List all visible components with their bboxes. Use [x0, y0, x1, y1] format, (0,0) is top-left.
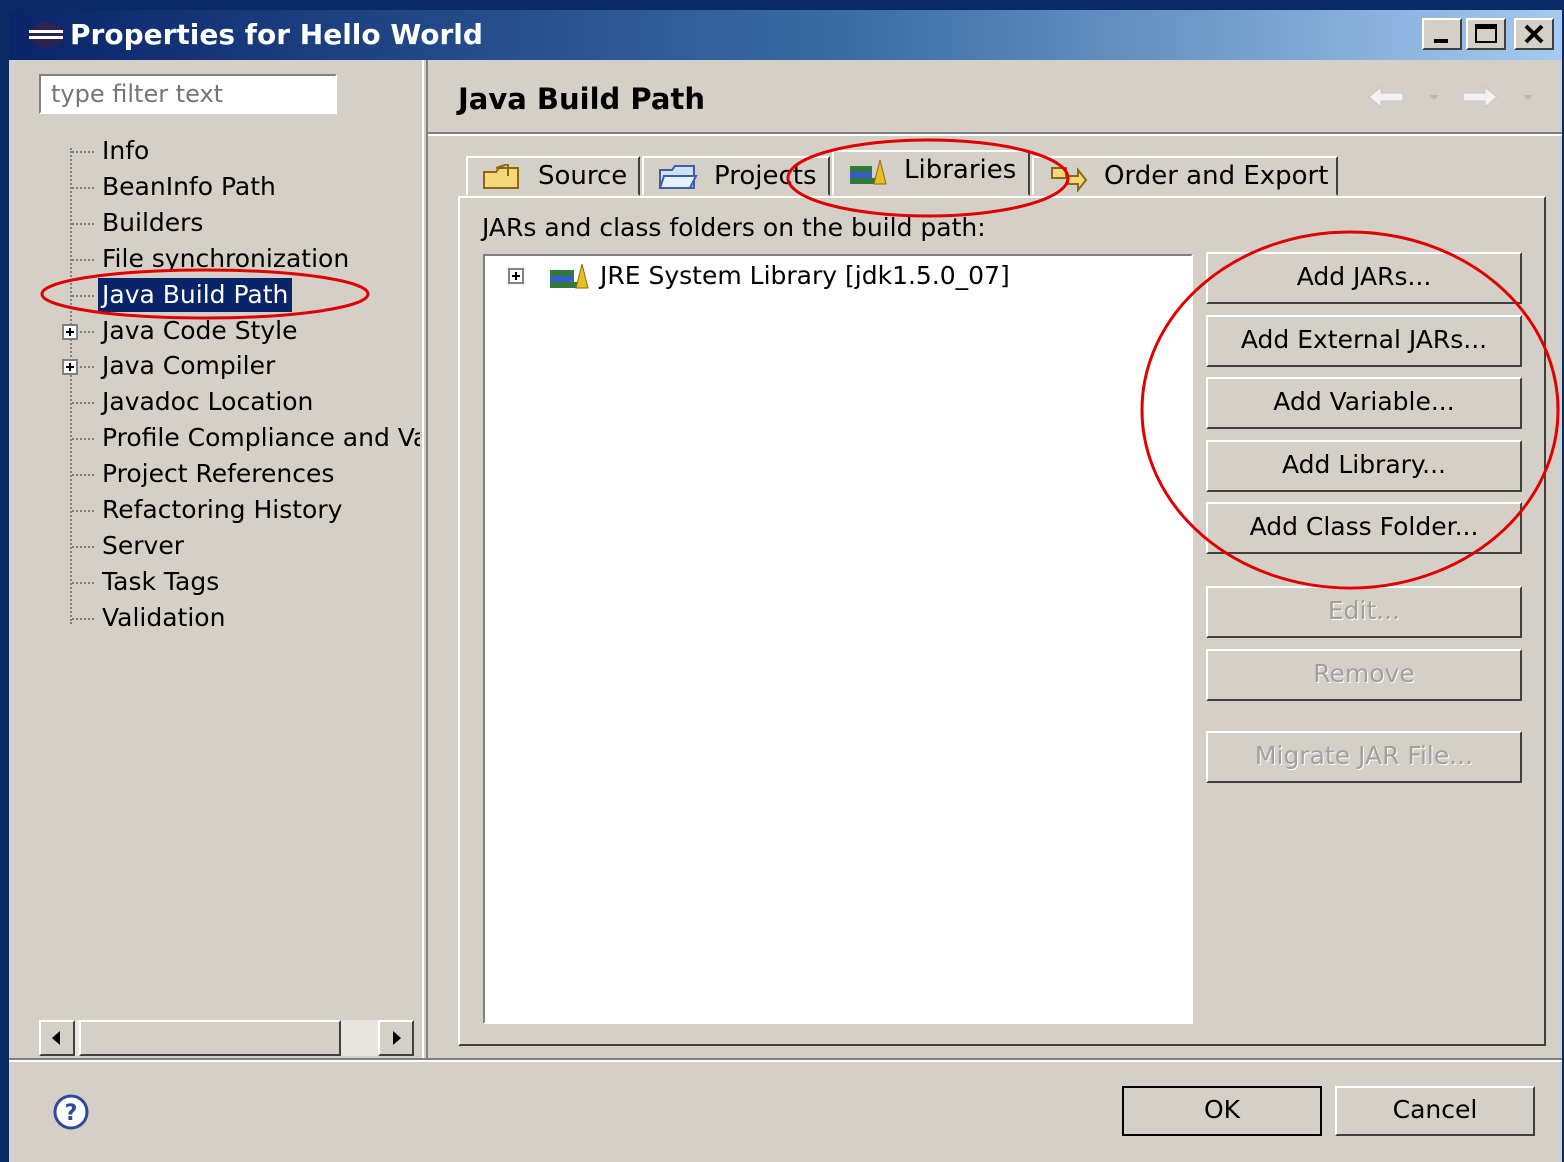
tab-projects[interactable]: Projects [642, 156, 830, 196]
tree-connector [72, 402, 94, 404]
build-path-label: JARs and class folders on the build path… [482, 213, 986, 242]
scrollbar-thumb[interactable] [79, 1020, 341, 1056]
tree-item-label: Java Compiler [102, 351, 276, 380]
eclipse-icon [29, 22, 63, 48]
tree-horizontal-scrollbar[interactable] [39, 1020, 414, 1056]
library-item-jre[interactable]: JRE System Library [jdk1.5.0_07] [600, 259, 1010, 293]
page-title: Java Build Path [458, 82, 705, 116]
maximize-icon [1475, 24, 1497, 43]
forward-dropdown-icon[interactable] [1523, 95, 1533, 100]
scroll-right-button[interactable] [378, 1020, 414, 1056]
tree-item-beaninfo-path[interactable]: BeanInfo Path [20, 170, 420, 206]
tab-label: Source [538, 161, 628, 191]
tree-item-refactoring-history[interactable]: Refactoring History [20, 493, 420, 529]
tree-connector [72, 582, 94, 584]
forward-arrow-icon[interactable] [1462, 85, 1498, 109]
footer-separator [9, 1058, 1562, 1062]
tree-item-file-synchronization[interactable]: File synchronization [20, 242, 420, 278]
tree-connector [72, 546, 94, 548]
tree-item-java-build-path[interactable]: Java Build Path [20, 278, 420, 314]
tree-connector [72, 474, 94, 476]
add-variable-button[interactable]: Add Variable... [1206, 377, 1522, 429]
arrow-left-icon [52, 1031, 60, 1045]
tree-item-info[interactable]: Info [20, 134, 420, 170]
tree-item-javadoc-location[interactable]: Javadoc Location [20, 385, 420, 421]
projects-folder-icon [658, 165, 698, 189]
tree-item-label: Refactoring History [102, 495, 343, 524]
minimize-icon [1434, 39, 1448, 43]
window-title: Properties for Hello World [70, 18, 483, 51]
tree-item-label: Profile Compliance and Va [102, 423, 420, 452]
tree-item-label: Info [102, 136, 150, 165]
tree-item-server[interactable]: Server [20, 529, 420, 565]
history-navigation [1368, 85, 1533, 109]
ok-button[interactable]: OK [1122, 1086, 1322, 1136]
tab-order-and-export[interactable]: Order and Export [1032, 156, 1338, 196]
tree-connector [72, 438, 94, 440]
tree-item-task-tags[interactable]: Task Tags [20, 565, 420, 601]
library-list[interactable] [483, 254, 1193, 1024]
tree-item-label: Java Code Style [102, 316, 298, 345]
back-arrow-icon[interactable] [1368, 85, 1404, 109]
tab-libraries[interactable]: Libraries [832, 150, 1030, 196]
tree-item-profile-compliance-and-va[interactable]: Profile Compliance and Va [20, 421, 420, 457]
tree-connector [72, 259, 94, 261]
tree-item-label: Javadoc Location [102, 387, 314, 416]
tab-source[interactable]: Source [466, 156, 640, 196]
pane-splitter[interactable] [422, 60, 428, 1058]
libraries-icon [850, 159, 887, 185]
tree-connector [72, 618, 94, 620]
close-icon [1524, 24, 1544, 44]
tree-item-java-compiler[interactable]: Java Compiler [20, 349, 420, 385]
tree-item-project-references[interactable]: Project References [20, 457, 420, 493]
tab-label: Order and Export [1104, 161, 1329, 191]
tree-item-java-code-style[interactable]: Java Code Style [20, 314, 420, 350]
header-separator [428, 132, 1562, 136]
back-dropdown-icon[interactable] [1429, 95, 1439, 100]
tree-item-label: BeanInfo Path [102, 172, 276, 201]
tree-connector [72, 295, 94, 297]
edit-button[interactable]: Edit... [1206, 586, 1522, 638]
remove-button[interactable]: Remove [1206, 649, 1522, 701]
migrate-jar-file-button[interactable]: Migrate JAR File... [1206, 731, 1522, 783]
scroll-left-button[interactable] [39, 1020, 75, 1056]
library-expand-toggle[interactable] [508, 268, 528, 288]
property-tree: Info BeanInfo Path Builders File synchroniz… [20, 128, 420, 1018]
tree-item-validation[interactable]: Validation [20, 601, 420, 637]
tree-item-label: Task Tags [102, 567, 220, 596]
add-class-folder-button[interactable]: Add Class Folder... [1206, 502, 1522, 554]
tree-connector [72, 510, 94, 512]
tree-item-label: Validation [102, 603, 226, 632]
tree-item-builders[interactable]: Builders [20, 206, 420, 242]
library-icon [550, 263, 589, 289]
tree-connector [72, 151, 94, 153]
order-export-icon [1051, 167, 1088, 192]
add-jars-button[interactable]: Add JARs... [1206, 252, 1522, 304]
tree-item-label: Java Build Path [98, 278, 293, 312]
tab-label: Projects [714, 161, 817, 191]
expand-plus-icon [508, 268, 524, 284]
minimize-button[interactable] [1422, 18, 1462, 50]
add-external-jars-button[interactable]: Add External JARs... [1206, 315, 1522, 367]
tree-item-label: Project References [102, 459, 335, 488]
tree-connector [72, 223, 94, 225]
close-button[interactable] [1514, 18, 1554, 50]
add-library-button[interactable]: Add Library... [1206, 440, 1522, 492]
expand-plus-icon[interactable] [62, 324, 78, 340]
tree-item-label: Builders [102, 208, 204, 237]
tree-connector [72, 187, 94, 189]
tree-item-label: File synchronization [102, 244, 350, 273]
tab-label: Libraries [904, 155, 1017, 185]
filter-input[interactable] [39, 74, 337, 114]
tree-item-label: Server [102, 531, 184, 560]
cancel-button[interactable]: Cancel [1335, 1086, 1535, 1136]
expand-plus-icon[interactable] [62, 359, 78, 375]
help-icon[interactable]: ? [52, 1093, 90, 1131]
svg-text:?: ? [65, 1101, 78, 1126]
maximize-button[interactable] [1466, 18, 1506, 50]
source-folder-icon [483, 164, 519, 189]
arrow-right-icon [393, 1031, 401, 1045]
